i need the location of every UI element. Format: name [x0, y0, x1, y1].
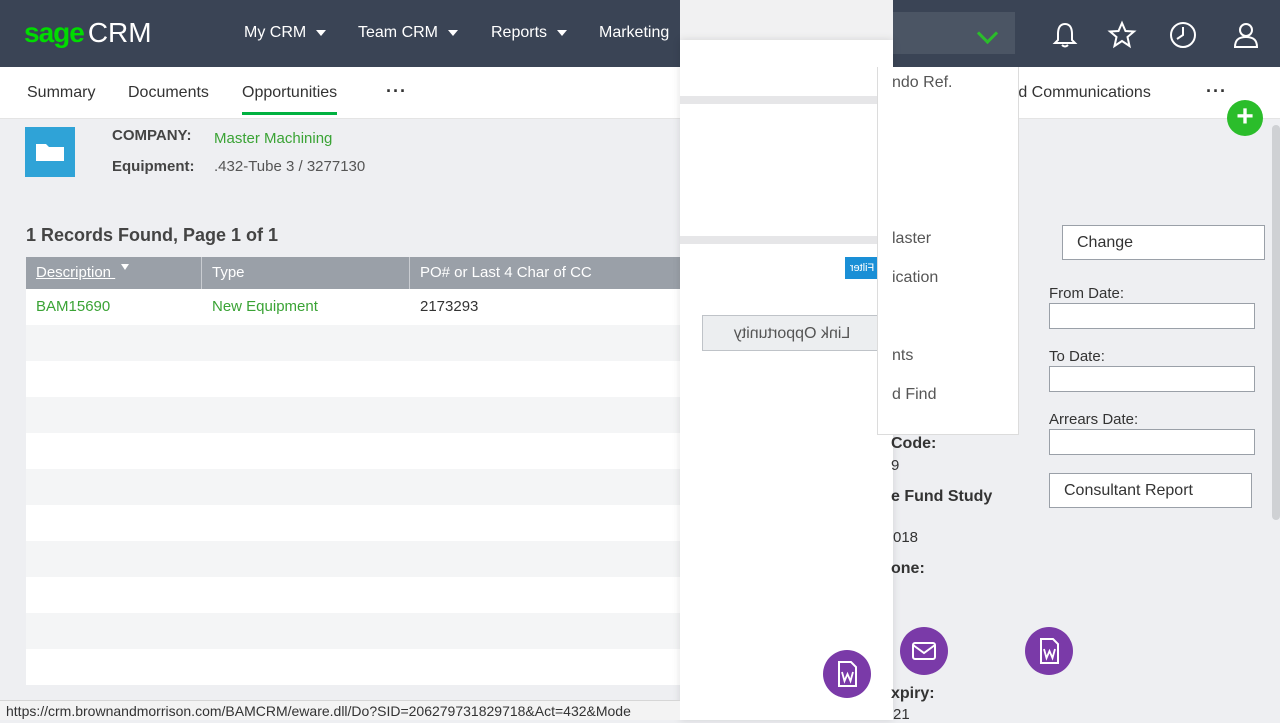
change-button[interactable]: Change — [1062, 225, 1265, 260]
star-icon[interactable] — [1107, 20, 1137, 50]
opportunities-table: Description Type PO# or Last 4 Char of C… — [26, 257, 680, 685]
expiry-label: xpiry: — [891, 685, 935, 702]
to-date-label: To Date: — [1049, 348, 1105, 365]
overlay-card — [680, 40, 893, 720]
table-row-empty — [26, 649, 680, 685]
table-row-empty — [26, 577, 680, 613]
user-icon[interactable] — [1231, 20, 1261, 50]
overlay-divider — [680, 236, 893, 244]
code-value: 9 — [891, 457, 900, 474]
table-row-empty — [26, 325, 680, 361]
sage-crm-logo[interactable]: sage CRM — [24, 16, 152, 50]
table-row-empty — [26, 613, 680, 649]
from-date-label: From Date: — [1049, 285, 1125, 302]
record-tab-bar: Summary Documents Opportunities ··· rd C… — [0, 67, 1280, 119]
top-navigation-bar: sage CRM My CRM Team CRM Reports Marketin… — [0, 0, 1280, 67]
dropdown-item[interactable]: ication — [892, 269, 938, 287]
overlay-divider — [680, 96, 893, 104]
year-value: 018 — [893, 529, 919, 546]
table-row[interactable]: BAM15690 New Equipment 2173293 — [26, 289, 680, 325]
more-tabs-right-icon[interactable]: ··· — [1206, 81, 1227, 102]
add-new-button[interactable]: + — [1227, 100, 1263, 136]
nav-team-crm[interactable]: Team CRM — [358, 22, 459, 44]
vertical-scrollbar[interactable] — [1272, 125, 1280, 520]
from-date-input[interactable] — [1049, 303, 1255, 329]
cell-po: 2173293 — [420, 298, 479, 315]
nav-my-crm[interactable]: My CRM — [244, 22, 327, 44]
equipment-label: Equipment: — [112, 158, 195, 175]
to-date-input[interactable] — [1049, 366, 1255, 392]
tab-opportunities[interactable]: Opportunities — [242, 83, 338, 115]
dropdown-item[interactable]: ndo Ref. — [892, 74, 952, 92]
email-button[interactable] — [900, 627, 948, 675]
table-row-empty — [26, 397, 680, 433]
table-row-empty — [26, 433, 680, 469]
word-document-icon — [1040, 638, 1059, 664]
caret-down-icon — [557, 29, 568, 36]
expiry-value: 21 — [893, 706, 910, 723]
table-header: Description Type PO# or Last 4 Char of C… — [26, 257, 680, 289]
cell-description-link[interactable]: BAM15690 — [26, 289, 110, 325]
phone-label: one: — [891, 560, 925, 577]
caret-down-icon — [448, 29, 459, 36]
dropdown-menu: ndo Ref. laster ication nts d Find — [877, 67, 1019, 435]
column-header-type[interactable]: Type — [202, 257, 410, 289]
tab-communications[interactable]: rd Communications — [1013, 83, 1151, 103]
browser-status-bar: https://crm.brownandmorrison.com/BAMCRM/… — [0, 700, 680, 720]
consultant-report-button[interactable]: Consultant Report — [1049, 473, 1252, 508]
more-tabs-icon[interactable]: ··· — [386, 81, 407, 102]
dropdown-item[interactable]: nts — [892, 347, 913, 365]
company-link[interactable]: Master Machining — [214, 130, 332, 147]
column-header-po[interactable]: PO# or Last 4 Char of CC — [410, 257, 680, 289]
dropdown-item[interactable]: laster — [892, 230, 931, 248]
code-label: Code: — [891, 435, 937, 452]
caret-down-icon — [316, 29, 327, 36]
envelope-icon — [912, 642, 936, 660]
fund-study-label: e Fund Study — [891, 488, 993, 505]
arrears-date-label: Arrears Date: — [1049, 411, 1139, 428]
table-row-empty — [26, 469, 680, 505]
clock-icon[interactable] — [1168, 20, 1198, 50]
word-merge-button[interactable] — [1025, 627, 1073, 675]
cell-type-link[interactable]: New Equipment — [202, 289, 318, 325]
word-document-button[interactable] — [823, 650, 871, 698]
sort-down-icon — [121, 264, 130, 271]
equipment-value: .432-Tube 3 / 3277130 — [214, 158, 366, 175]
table-row-empty — [26, 505, 680, 541]
company-label: COMPANY: — [112, 127, 192, 144]
arrears-date-input[interactable] — [1049, 429, 1255, 455]
nav-reports[interactable]: Reports — [491, 22, 568, 44]
filter-button[interactable]: Filter — [845, 257, 879, 279]
table-row-empty — [26, 361, 680, 397]
nav-marketing[interactable]: Marketing — [599, 22, 669, 44]
folder-icon — [25, 127, 75, 177]
word-document-icon — [838, 661, 857, 687]
records-found-text: 1 Records Found, Page 1 of 1 — [26, 225, 279, 245]
table-row-empty — [26, 541, 680, 577]
column-header-description[interactable]: Description — [26, 257, 202, 289]
tab-documents[interactable]: Documents — [128, 83, 209, 103]
bell-icon[interactable] — [1050, 20, 1080, 50]
link-opportunity-button[interactable]: Link Opportunity — [702, 315, 882, 351]
tab-summary[interactable]: Summary — [27, 83, 95, 103]
dropdown-item[interactable]: d Find — [892, 386, 936, 404]
